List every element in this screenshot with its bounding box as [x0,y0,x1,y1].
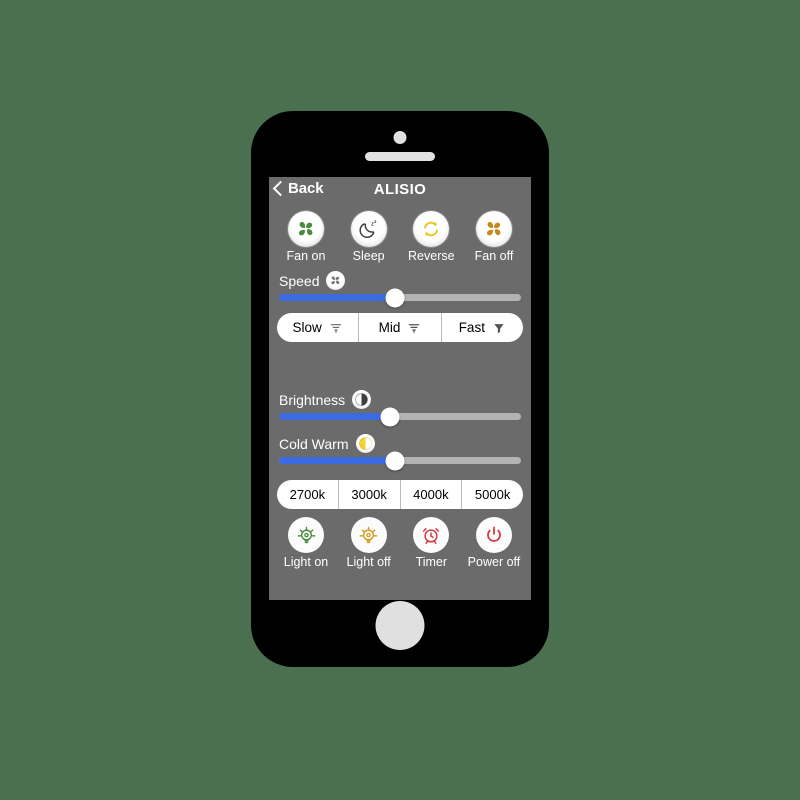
brightness-slider-fill [279,413,391,420]
speed-label: Speed [279,272,320,289]
cold-warm-control: Cold Warm [269,434,531,470]
fan-controls-row: Fan on z z Sleep Reverse Fan off [269,211,531,263]
color-temp-4000k-label: 4000k [413,487,449,502]
half-circle-yellow-glyph [358,437,372,450]
sleep-button[interactable]: z z Sleep [340,211,398,263]
page-title: ALISIO [373,181,427,198]
color-temp-3000k-label: 3000k [351,487,387,502]
speed-preset-slow-label: Slow [292,320,322,335]
bulb-off-icon [359,526,378,543]
speed-header: Speed [279,271,521,290]
cold-warm-slider-fill [279,457,396,464]
app-screen: Back ALISIO Fan on z z Sleep Reverse Fan… [269,177,531,600]
alarm-clock-icon [423,528,440,544]
brightness-control: Brightness [269,390,531,426]
cold-warm-label: Cold Warm [279,435,349,452]
speed-control: Speed [269,271,531,307]
fan-badge-glyph [331,276,340,285]
speed-preset-group: Slow Mid Fast [277,313,523,342]
timer-button[interactable]: Timer [402,517,460,569]
navigation-bar: Back ALISIO [269,177,531,205]
sleep-label: Sleep [352,249,385,263]
brightness-slider-thumb[interactable] [380,407,400,426]
half-circle-glyph [355,393,368,406]
power-icon [487,526,501,542]
brightness-header: Brightness [279,390,521,409]
fan-badge-icon [326,271,346,290]
color-temp-4000k[interactable]: 4000k [401,480,463,509]
fan-speed-low-icon [330,323,341,333]
speed-preset-slow[interactable]: Slow [277,313,360,342]
power-off-label: Power off [467,555,521,569]
color-temp-2700k-label: 2700k [289,487,326,502]
fan-off-button[interactable]: Fan off [465,211,523,263]
timer-icon-disc [413,517,450,553]
color-temp-3000k[interactable]: 3000k [339,480,401,509]
moon-zzz-icon: z z [359,219,377,238]
half-circle-yellow-icon [355,434,375,453]
light-on-icon-disc [288,517,324,553]
sleep-icon-disc: z z [350,211,387,247]
speed-slider-fill [279,294,396,301]
front-camera-icon [393,131,407,144]
svg-text:z: z [374,219,377,224]
light-controls-row: Light on Light off Timer Power off [269,517,531,569]
light-off-button[interactable]: Light off [340,517,398,569]
fan-blades-icon [486,221,501,236]
timer-label: Timer [415,555,448,569]
power-off-button[interactable]: Power off [465,517,523,569]
color-temperature-group: 2700k 3000k 4000k 5000k [277,480,523,509]
fan-on-button[interactable]: Fan on [277,211,335,263]
fan-speed-high-icon [494,323,504,333]
cold-warm-header: Cold Warm [279,434,521,453]
color-temp-5000k-label: 5000k [474,487,511,502]
light-off-label: Light off [346,555,391,569]
fan-speed-mid-icon [409,323,420,333]
cold-warm-slider[interactable] [279,451,521,470]
phone-frame: Back ALISIO Fan on z z Sleep Reverse Fan… [251,111,549,667]
speed-preset-fast[interactable]: Fast [442,313,523,342]
fan-off-label: Fan off [474,249,514,263]
light-off-icon-disc [350,517,387,553]
fan-off-icon-disc [475,211,512,247]
brightness-slider[interactable] [279,407,521,426]
fan-blades-icon [298,221,313,236]
light-on-button[interactable]: Light on [277,517,335,569]
reverse-label: Reverse [408,249,455,263]
cold-warm-slider-thumb[interactable] [385,451,405,470]
fan-on-icon-disc [288,211,324,247]
circular-arrows-icon [424,221,439,237]
earpiece-speaker [365,152,435,161]
speed-slider[interactable] [279,288,521,307]
speed-preset-mid[interactable]: Mid [359,313,442,342]
brightness-label: Brightness [279,391,346,408]
light-on-label: Light on [283,555,329,569]
power-off-icon-disc [475,517,512,553]
home-button[interactable] [375,601,425,650]
speed-slider-thumb[interactable] [385,288,405,307]
reverse-icon-disc [413,211,450,247]
reverse-button[interactable]: Reverse [402,211,460,263]
color-temp-2700k[interactable]: 2700k [277,480,339,509]
speed-preset-mid-label: Mid [378,320,401,335]
half-circle-icon [352,390,372,409]
fan-on-label: Fan on [286,249,326,263]
color-temp-5000k[interactable]: 5000k [462,480,523,509]
bulb-on-icon [297,526,315,543]
speed-preset-fast-label: Fast [458,320,485,335]
